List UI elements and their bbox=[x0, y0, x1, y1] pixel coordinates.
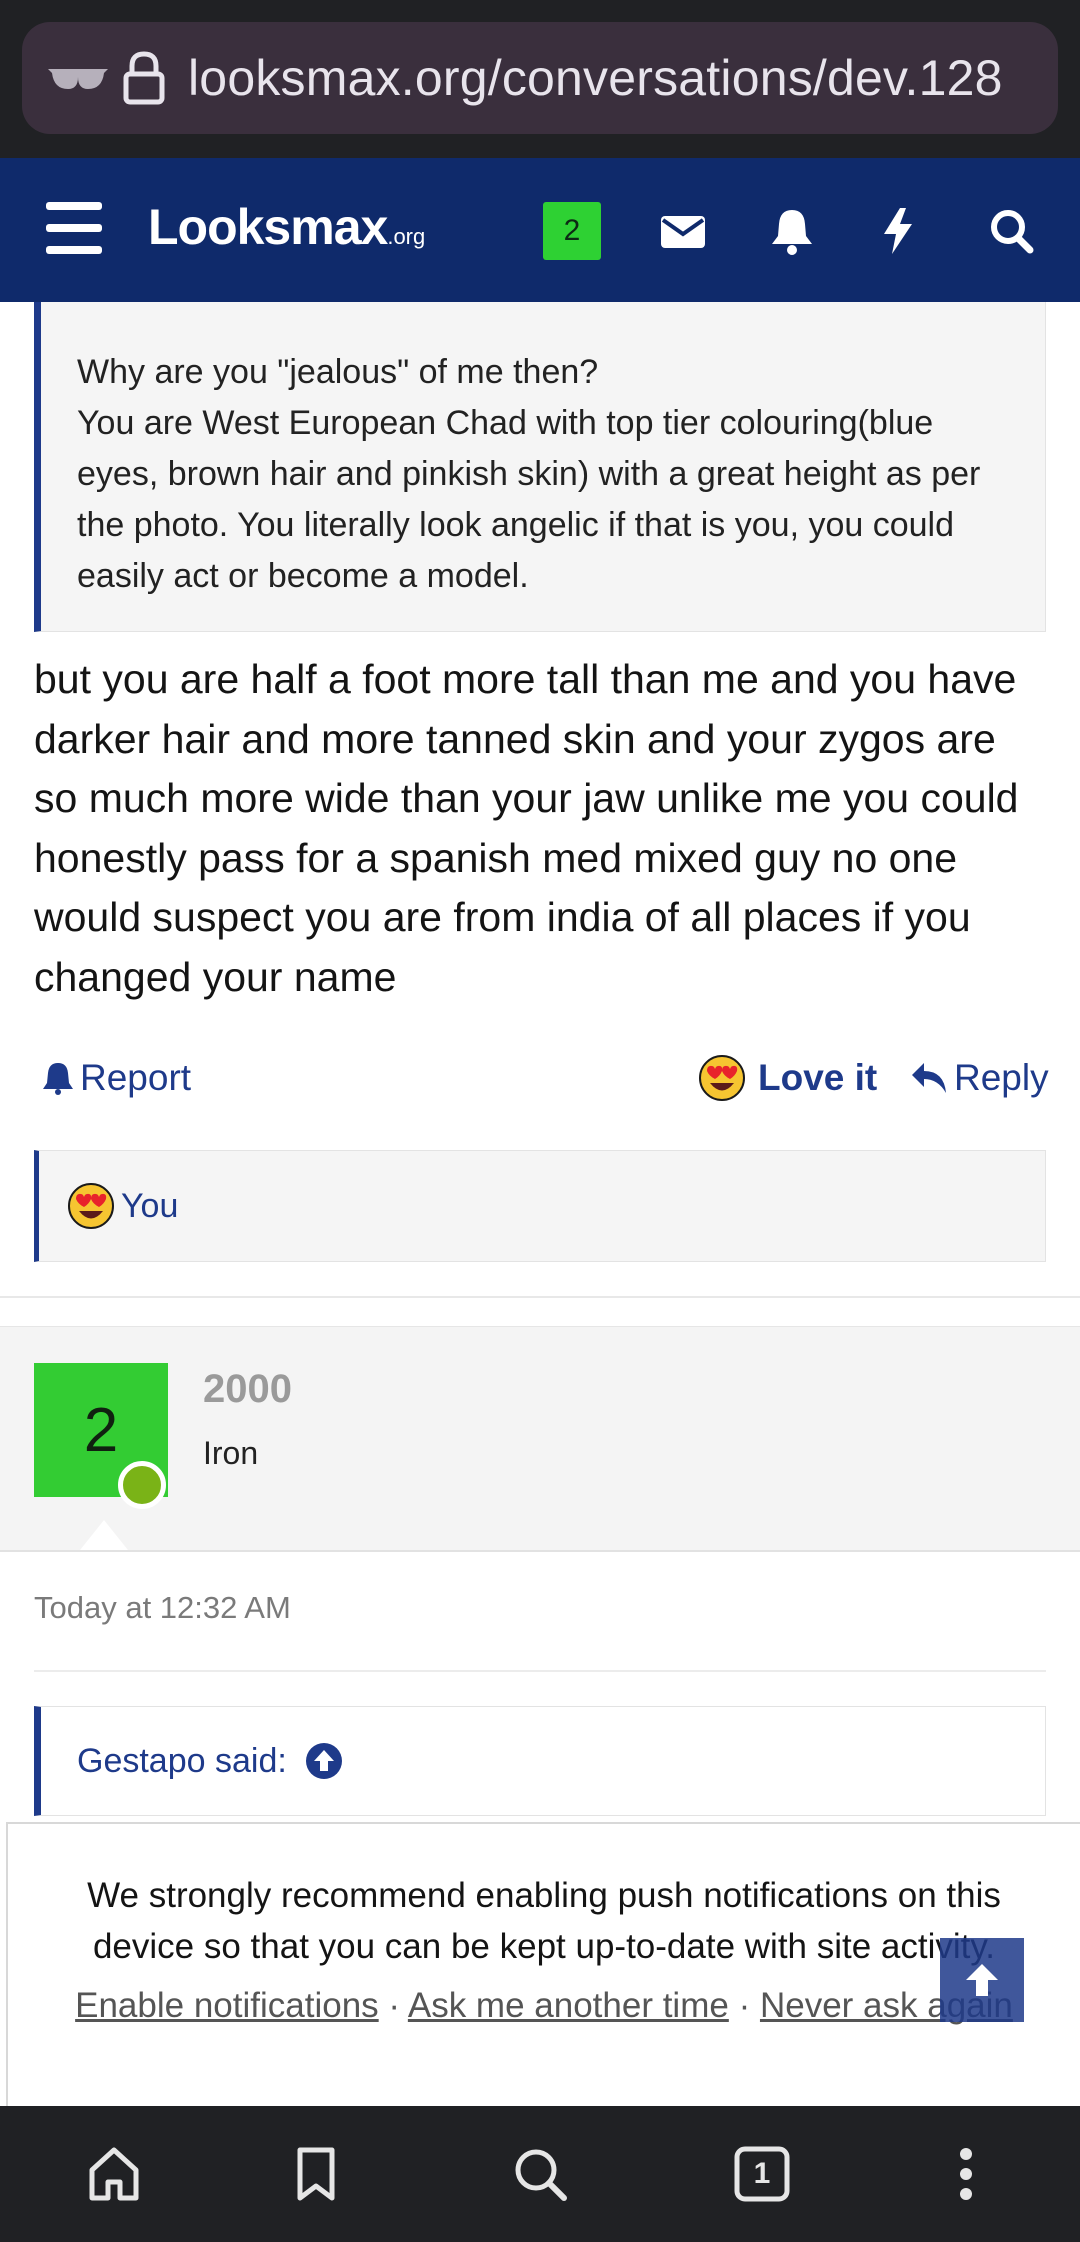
incognito-icon bbox=[46, 58, 110, 98]
arrow-up-circle-icon[interactable] bbox=[305, 1742, 343, 1780]
logo-text: Looksmax bbox=[148, 199, 388, 255]
bell-icon[interactable] bbox=[768, 206, 818, 256]
arrow-up-icon bbox=[966, 1964, 998, 1996]
user-title: Iron bbox=[203, 1435, 259, 1471]
reaction-user[interactable]: You bbox=[121, 1187, 178, 1226]
author-caret bbox=[80, 1520, 128, 1550]
quote-block: Why are you "jealous" of me then? You ar… bbox=[34, 302, 1046, 632]
address-bar[interactable]: looksmax.org/conversations/dev.128 bbox=[22, 22, 1058, 134]
reply-button[interactable]: Reply bbox=[910, 1048, 1049, 1108]
envelope-icon[interactable] bbox=[660, 206, 710, 256]
ask-later-link[interactable]: Ask me another time bbox=[408, 1986, 729, 2025]
tabs-button[interactable]: 1 bbox=[732, 2144, 792, 2204]
more-options-icon[interactable] bbox=[936, 2144, 996, 2204]
quote-line: Why are you "jealous" of me then? bbox=[77, 353, 599, 391]
logo-suffix: .org bbox=[387, 224, 426, 249]
menu-icon[interactable] bbox=[46, 202, 102, 254]
post-author-block: 2 2000 Iron bbox=[0, 1326, 1080, 1552]
love-it-button[interactable]: Love it bbox=[698, 1048, 877, 1108]
divider bbox=[0, 1296, 1080, 1298]
quote-line: You are West European Chad with top tier… bbox=[77, 404, 981, 595]
lock-icon[interactable] bbox=[122, 50, 166, 106]
divider bbox=[34, 1670, 1046, 1672]
post-actions: Report Love it Reply bbox=[34, 1048, 1049, 1108]
push-message: We strongly recommend enabling push noti… bbox=[87, 1876, 1001, 1966]
browser-toolbar: looksmax.org/conversations/dev.128 bbox=[0, 0, 1080, 158]
report-label: Report bbox=[80, 1057, 192, 1098]
bell-icon bbox=[43, 1063, 73, 1095]
post-body: but you are half a foot more tall than m… bbox=[34, 656, 1019, 1000]
username[interactable]: 2000 bbox=[203, 1367, 292, 1412]
search-icon[interactable] bbox=[510, 2144, 570, 2204]
url-text[interactable]: looksmax.org/conversations/dev.128 bbox=[188, 49, 1003, 107]
push-notification-notice: We strongly recommend enabling push noti… bbox=[6, 1822, 1080, 2108]
heart-eyes-emoji-icon bbox=[68, 1183, 114, 1229]
push-links: Enable notifications · Ask me another ti… bbox=[8, 1986, 1080, 2026]
quote-header: Gestapo said: bbox=[34, 1706, 1046, 1816]
online-status-dot bbox=[118, 1461, 166, 1509]
separator: · bbox=[388, 1986, 401, 2025]
scroll-to-top-button[interactable] bbox=[940, 1938, 1024, 2022]
tab-count: 1 bbox=[753, 2157, 771, 2190]
user-avatar-badge[interactable]: 2 bbox=[543, 202, 601, 260]
reactions-bar[interactable]: You bbox=[34, 1150, 1046, 1262]
browser-bottom-bar: 1 bbox=[0, 2106, 1080, 2242]
quote-author-link[interactable]: Gestapo said: bbox=[77, 1742, 287, 1781]
reply-arrow-icon bbox=[912, 1063, 946, 1093]
site-header: Looksmax.org 2 bbox=[0, 158, 1080, 302]
site-logo[interactable]: Looksmax.org bbox=[148, 198, 425, 256]
reply-label: Reply bbox=[954, 1057, 1049, 1098]
separator: · bbox=[738, 1986, 751, 2025]
home-icon[interactable] bbox=[84, 2144, 144, 2204]
love-it-label: Love it bbox=[758, 1057, 878, 1098]
post-date[interactable]: Today at 12:32 AM bbox=[34, 1590, 291, 1626]
search-icon[interactable] bbox=[988, 206, 1038, 256]
heart-eyes-emoji-icon bbox=[699, 1055, 745, 1101]
lightning-icon[interactable] bbox=[878, 206, 928, 256]
enable-notifications-link[interactable]: Enable notifications bbox=[75, 1986, 379, 2025]
report-button[interactable]: Report bbox=[42, 1048, 191, 1108]
bookmark-icon[interactable] bbox=[286, 2144, 346, 2204]
